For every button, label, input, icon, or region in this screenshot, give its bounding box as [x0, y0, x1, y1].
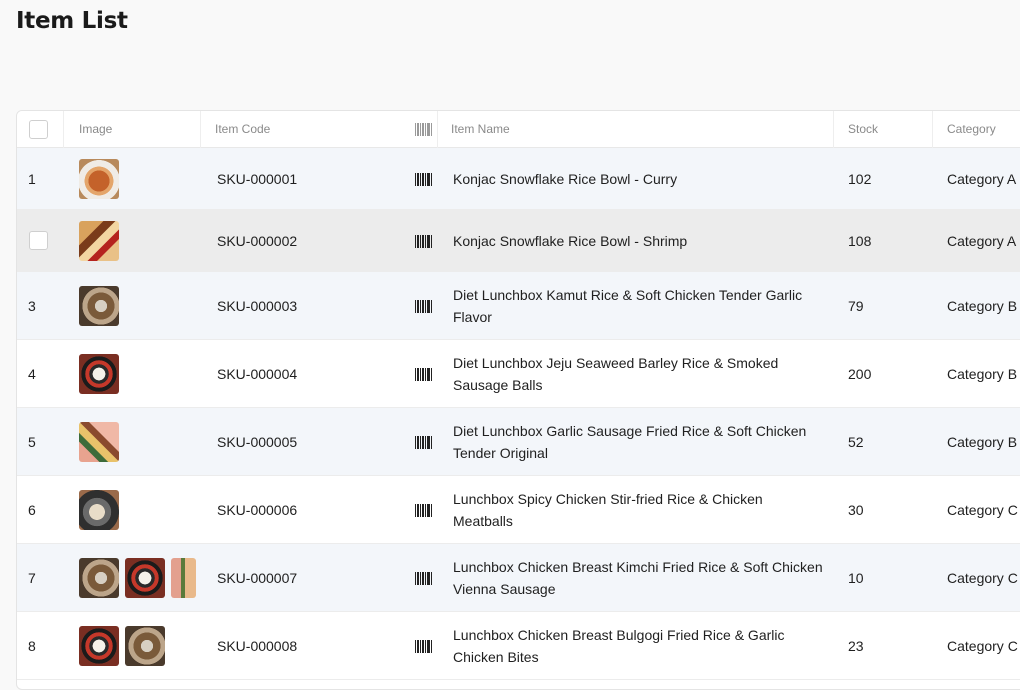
barcode-icon[interactable] [415, 368, 432, 381]
item-stock: 52 [848, 434, 864, 450]
barcode-icon[interactable] [415, 640, 432, 653]
item-stock: 108 [848, 233, 872, 249]
column-header-category[interactable]: Category [947, 111, 996, 148]
item-thumbnail[interactable] [79, 558, 119, 598]
item-code: SKU-000005 [217, 434, 298, 450]
item-images [79, 354, 119, 394]
item-category: Category C [947, 570, 1018, 586]
barcode-icon[interactable] [415, 173, 432, 186]
table-header: Image Item Code Item Name Stock Category [17, 111, 1020, 148]
column-header-image[interactable]: Image [79, 111, 112, 148]
item-images [79, 558, 196, 598]
item-name: Diet Lunchbox Kamut Rice & Soft Chicken … [453, 287, 803, 325]
table-body: 1 SKU-000001 Konjac Snowflake Rice Bowl - … [17, 148, 1020, 680]
table-row[interactable]: 3 SKU-000003 Diet Lunchbox Kamut Rice & So… [17, 272, 1020, 340]
item-category: Category B [947, 298, 1018, 314]
barcode-icon[interactable] [415, 436, 432, 449]
row-number: 8 [28, 638, 36, 654]
row-number: 3 [28, 298, 36, 314]
table-row[interactable]: 6 SKU-000006 Lunchbox Spicy Chicken Stir-f… [17, 476, 1020, 544]
item-thumbnail[interactable] [125, 558, 165, 598]
item-images [79, 159, 119, 199]
barcode-icon[interactable] [415, 300, 432, 313]
item-stock: 200 [848, 366, 872, 382]
table-row[interactable]: 1 SKU-000001 Konjac Snowflake Rice Bowl - … [17, 148, 1020, 210]
item-images [79, 221, 119, 261]
table-row[interactable]: 8 SKU-000008 Lunchbox Chicken Breast Bulgo… [17, 612, 1020, 680]
column-header-item-name[interactable]: Item Name [451, 111, 510, 148]
table-row[interactable]: 5 SKU-000005 Diet Lunchbox Garlic Sausage … [17, 408, 1020, 476]
item-name: Konjac Snowflake Rice Bowl - Curry [453, 171, 678, 187]
item-category: Category C [947, 638, 1018, 654]
row-number: 7 [28, 570, 36, 586]
item-code: SKU-000007 [217, 570, 298, 586]
item-images [79, 286, 119, 326]
table-row[interactable]: 7 SKU-000007 Lunchbox Chicken Breast Kimch… [17, 544, 1020, 612]
item-code: SKU-000006 [217, 502, 298, 518]
item-code: SKU-000002 [217, 233, 298, 249]
row-number: 1 [28, 171, 36, 187]
item-category: Category B [947, 366, 1018, 382]
row-checkbox[interactable] [29, 231, 48, 250]
item-thumbnail[interactable] [79, 354, 119, 394]
item-thumbnail[interactable] [125, 626, 165, 666]
item-code: SKU-000001 [217, 171, 298, 187]
barcode-icon[interactable] [415, 504, 432, 517]
item-images [79, 490, 119, 530]
table-row[interactable]: 4 SKU-000004 Diet Lunchbox Jeju Seaweed Ba… [17, 340, 1020, 408]
item-category: Category A [947, 171, 1017, 187]
item-stock: 102 [848, 171, 872, 187]
page-title: Item List [16, 8, 128, 34]
item-thumbnail[interactable] [79, 221, 119, 261]
column-header-stock[interactable]: Stock [848, 111, 878, 148]
item-code: SKU-000008 [217, 638, 298, 654]
item-name: Lunchbox Chicken Breast Kimchi Fried Ric… [453, 559, 823, 597]
item-thumbnail[interactable] [79, 286, 119, 326]
item-code: SKU-000003 [217, 298, 298, 314]
item-category: Category A [947, 233, 1017, 249]
item-category: Category C [947, 502, 1018, 518]
item-thumbnail[interactable] [79, 422, 119, 462]
table-row[interactable]: SKU-000002 Konjac Snowflake Rice Bowl - S… [17, 210, 1020, 272]
item-table: Image Item Code Item Name Stock Category… [16, 110, 1020, 690]
item-code: SKU-000004 [217, 366, 298, 382]
item-stock: 30 [848, 502, 864, 518]
item-stock: 10 [848, 570, 864, 586]
item-name: Diet Lunchbox Jeju Seaweed Barley Rice &… [453, 355, 779, 393]
item-thumbnail[interactable] [79, 626, 119, 666]
item-images [79, 626, 165, 666]
item-thumbnail[interactable] [79, 159, 119, 199]
item-thumbnail[interactable] [79, 490, 119, 530]
item-images [79, 422, 119, 462]
item-category: Category B [947, 434, 1018, 450]
item-stock: 23 [848, 638, 864, 654]
row-number: 5 [28, 434, 36, 450]
item-name: Konjac Snowflake Rice Bowl - Shrimp [453, 233, 688, 249]
row-number: 6 [28, 502, 36, 518]
column-header-item-code[interactable]: Item Code [215, 111, 270, 148]
select-all-checkbox[interactable] [29, 120, 48, 139]
item-thumbnail[interactable] [171, 558, 196, 598]
item-name: Lunchbox Chicken Breast Bulgogi Fried Ri… [453, 627, 785, 665]
barcode-icon[interactable] [415, 235, 432, 248]
barcode-icon[interactable] [415, 572, 432, 585]
item-name: Diet Lunchbox Garlic Sausage Fried Rice … [453, 423, 807, 461]
item-name: Lunchbox Spicy Chicken Stir-fried Rice &… [453, 491, 763, 529]
row-number: 4 [28, 366, 36, 382]
barcode-icon [415, 123, 432, 136]
item-stock: 79 [848, 298, 864, 314]
